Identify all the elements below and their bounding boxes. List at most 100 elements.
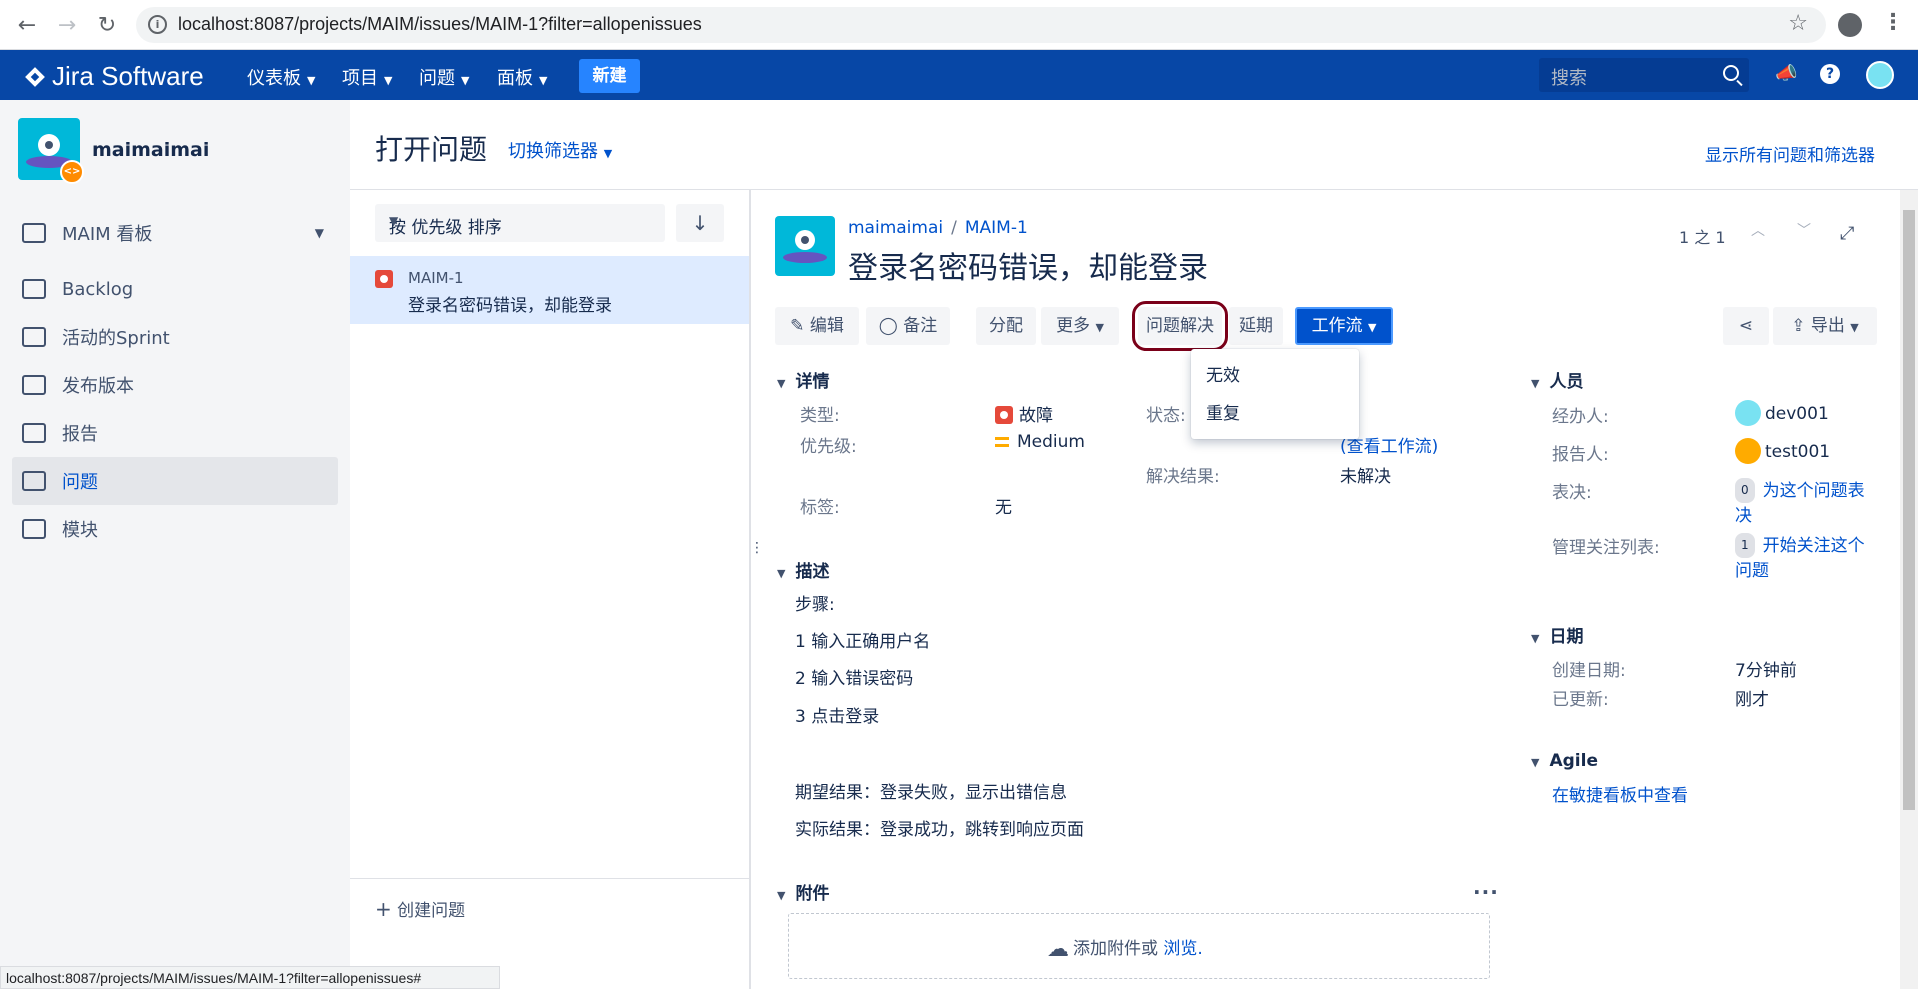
switch-filter-dropdown[interactable]: 切换筛选器 ▼ (508, 137, 612, 163)
brand-name: Jira Software (52, 61, 204, 91)
attachment-dropzone[interactable]: ☁ 添加附件或 浏览. (788, 913, 1490, 979)
nav-boards[interactable]: 面板 ▼ (497, 64, 547, 90)
sidebar-item-label: Backlog (62, 278, 134, 300)
list-footer-divider (350, 878, 749, 879)
project-name[interactable]: maimaimai (92, 139, 209, 161)
sidebar-item-label: 模块 (62, 520, 98, 541)
menu-item-duplicate[interactable]: 重复 (1206, 399, 1240, 424)
create-issue-link[interactable]: + 创建问题 (375, 896, 465, 921)
comment-button[interactable]: ◯ 备注 (866, 307, 950, 345)
reporter-value[interactable]: test001 (1735, 438, 1830, 464)
type-value: 故障 (995, 401, 1053, 426)
show-all-issues-link[interactable]: 显示所有问题和筛选器 (1705, 141, 1875, 166)
vertical-scrollbar[interactable] (1900, 190, 1918, 989)
priority-medium-icon (995, 437, 1009, 447)
description-section-header[interactable]: ▼ 描述 (777, 557, 829, 582)
description-line: 2 输入错误密码 (795, 669, 914, 689)
menu-item-invalid[interactable]: 无效 (1206, 361, 1240, 386)
breadcrumb-project[interactable]: maimaimai (848, 218, 943, 238)
details-section-header[interactable]: ▼ 详情 (777, 367, 829, 392)
sort-direction-button[interactable]: ↓ (676, 204, 724, 242)
export-button[interactable]: ⇪ 导出 ▼ (1773, 307, 1877, 345)
back-icon[interactable]: ← (12, 10, 42, 40)
watchers-count: 1 (1735, 533, 1755, 558)
votes-count: 0 (1735, 478, 1755, 503)
created-label: 创建日期: (1552, 661, 1626, 681)
sidebar-item-backlog[interactable]: Backlog (12, 265, 338, 313)
nav-dashboards[interactable]: 仪表板 ▼ (247, 64, 315, 90)
reload-icon[interactable]: ↻ (92, 10, 122, 40)
scrollbar-thumb[interactable] (1903, 210, 1915, 810)
info-icon[interactable]: i (148, 15, 167, 34)
attachments-section-header[interactable]: ▼ 附件 (777, 879, 829, 904)
list-item[interactable]: MAIM-1 登录名密码错误，却能登录 (350, 256, 749, 324)
search-icon[interactable] (1723, 65, 1739, 81)
chevron-down-icon: ▼ (1850, 321, 1859, 334)
updated-value: 刚才 (1735, 690, 1769, 710)
comment-icon: ◯ (878, 316, 898, 336)
create-button[interactable]: 新建 (579, 59, 640, 93)
expand-icon[interactable]: ⤢ (1840, 223, 1854, 244)
sidebar-item-components[interactable]: 模块 (12, 505, 338, 553)
agile-section-header[interactable]: ▼ Agile (1531, 751, 1598, 771)
assignee-value[interactable]: dev001 (1735, 400, 1829, 426)
vote-link[interactable]: 0 为这个问题表决 (1735, 478, 1865, 529)
more-options-icon[interactable]: ··· (1473, 880, 1499, 904)
sidebar-item-reports[interactable]: 报告 (12, 409, 338, 457)
sidebar-item-issues[interactable]: 问题 (12, 457, 338, 505)
share-icon: ⋖ (1738, 316, 1754, 336)
sort-select[interactable]: 按 优先级 排序 ▼ (375, 204, 665, 242)
jira-logo[interactable]: Jira Software (24, 61, 204, 92)
chevron-down-icon: ▼ (1367, 321, 1377, 334)
sidebar-item-board[interactable]: MAIM 看板 ▼ (12, 209, 338, 257)
defer-button[interactable]: 延期 (1229, 307, 1283, 345)
workflow-dropdown-menu: 无效 重复 (1191, 349, 1359, 439)
jira-logo-icon (24, 66, 46, 88)
profile-icon[interactable] (1838, 13, 1862, 37)
search-input[interactable]: 搜索 (1539, 58, 1749, 92)
url-text[interactable]: localhost:8087/projects/MAIM/issues/MAIM… (178, 14, 702, 35)
watchers-label: 管理关注列表: (1552, 538, 1660, 558)
reporter-label: 报告人: (1552, 445, 1609, 465)
bookmark-star-icon[interactable]: ☆ (1788, 11, 1808, 36)
avatar (1735, 400, 1761, 426)
chevron-down-icon[interactable]: ▼ (315, 226, 324, 240)
view-on-board-link[interactable]: 在敏捷看板中查看 (1552, 781, 1688, 806)
sidebar-item-label: 问题 (62, 472, 98, 493)
chevron-down-icon[interactable]: ﹀ (1797, 220, 1811, 240)
status-label: 状态: (1146, 406, 1186, 426)
issue-title[interactable]: 登录名密码错误，却能登录 (848, 243, 1208, 287)
issue-summary: 登录名密码错误，却能登录 (408, 296, 612, 316)
chevron-down-icon: ▼ (1095, 321, 1104, 334)
chevron-down-icon: ▼ (1531, 377, 1540, 390)
issues-icon (22, 471, 46, 491)
browse-link[interactable]: 浏览. (1163, 939, 1202, 959)
created-value: 7分钟前 (1735, 661, 1797, 681)
people-section-header[interactable]: ▼ 人员 (1531, 367, 1583, 392)
watch-link[interactable]: 1 开始关注这个问题 (1735, 533, 1865, 584)
browser-menu-icon[interactable]: ⋮ (1882, 10, 1904, 35)
dates-section-header[interactable]: ▼ 日期 (1531, 622, 1583, 647)
address-bar[interactable]: i localhost:8087/projects/MAIM/issues/MA… (136, 7, 1826, 43)
breadcrumb: maimaimai / MAIM-1 (848, 218, 1028, 238)
forward-icon[interactable]: → (52, 10, 82, 40)
sidebar-item-releases[interactable]: 发布版本 (12, 361, 338, 409)
nav-projects[interactable]: 项目 ▼ (342, 64, 392, 90)
share-button[interactable]: ⋖ (1723, 307, 1769, 345)
workflow-button[interactable]: 工作流 ▼ (1295, 307, 1393, 345)
cloud-upload-icon: ☁ (1047, 937, 1069, 962)
assign-button[interactable]: 分配 (976, 307, 1036, 345)
announcement-icon[interactable]: 📣 (1775, 63, 1797, 84)
issue-key: MAIM-1 (408, 269, 464, 287)
chevron-up-icon[interactable]: ︿ (1751, 220, 1765, 240)
help-icon[interactable]: ? (1820, 64, 1840, 84)
edit-button[interactable]: ✎ 编辑 (775, 307, 859, 345)
user-avatar[interactable] (1866, 61, 1894, 89)
more-button[interactable]: 更多 ▼ (1041, 307, 1119, 345)
pager-text: 1 之 1 (1679, 228, 1726, 247)
pencil-icon: ✎ (790, 316, 805, 336)
nav-issues[interactable]: 问题 ▼ (419, 64, 469, 90)
sidebar-item-active-sprint[interactable]: 活动的Sprint (12, 313, 338, 361)
breadcrumb-issue-key[interactable]: MAIM-1 (965, 218, 1028, 238)
chevron-down-icon: ▼ (384, 74, 393, 87)
